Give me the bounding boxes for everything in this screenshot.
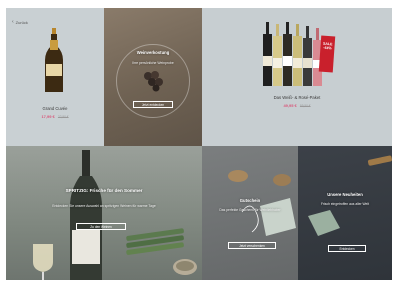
champagne-bottle-icon <box>45 28 63 92</box>
gift-cta-button[interactable]: Jetzt verschenken <box>228 242 276 249</box>
news-title: Unsere Neuheiten <box>327 192 363 197</box>
promo-grid: ‹ Zurück Grand Cuvée 17,99 € 22,90 € Wei… <box>6 8 392 280</box>
wine-bottle-icon <box>70 150 102 280</box>
news-background-icon <box>308 155 392 236</box>
price: 49,95 € <box>283 103 297 108</box>
product-name: Grand Cuvée <box>42 106 68 111</box>
promo-tile-gift[interactable]: Gutschein Das perfekte Geschenk für Wein… <box>202 146 298 280</box>
product-tile-champagne[interactable]: ‹ Zurück Grand Cuvée 17,99 € 22,90 € <box>6 8 104 146</box>
sale-badge: SALE -44% <box>318 35 336 73</box>
promo-tile-news[interactable]: Unsere Neuheiten Frisch eingetroffen aus… <box>298 146 392 280</box>
price-row: 49,95 € 89,50 € <box>202 103 392 108</box>
news-subtitle: Frisch eingetroffen aus aller Welt <box>320 202 370 206</box>
old-price: 89,50 € <box>299 104 311 108</box>
price: 17,99 € <box>41 114 55 119</box>
sparkling-title: SPRITZIG: Frische für den Sommer <box>65 188 143 193</box>
back-link-label: Zurück <box>15 20 28 25</box>
price-row: 17,99 € 22,90 € <box>6 114 104 119</box>
news-cta-button[interactable]: Entdecken <box>328 245 366 252</box>
sparkling-subtitle: Entdecken Sie unsere Auswahl an spritzig… <box>52 204 156 208</box>
gift-title: Gutschein <box>239 198 261 203</box>
bowl-icon <box>173 259 197 275</box>
wine-glass-icon <box>33 244 53 280</box>
gift-background-icon <box>228 170 296 236</box>
promo-tile-sparkling[interactable]: SPRITZIG: Frische für den Sommer Entdeck… <box>6 146 202 280</box>
old-price: 22,90 € <box>57 115 69 119</box>
sparkling-cta-button[interactable]: Zu den Weinen <box>76 223 126 230</box>
gift-subtitle: Das perfekte Geschenk für Weinliebhaber <box>219 208 281 212</box>
tasting-cta-button[interactable]: Jetzt entdecken <box>133 101 173 108</box>
chevron-left-icon: ‹ <box>12 19 14 25</box>
back-link[interactable]: ‹ Zurück <box>12 19 28 26</box>
tasting-subtitle: Ihre persönliche Weinprobe <box>132 61 174 65</box>
promo-tile-tasting[interactable]: Weinverkostung Ihre persönliche Weinprob… <box>104 8 202 146</box>
tasting-title: Weinverkostung <box>136 50 170 55</box>
product-tile-bundle[interactable]: SALE -44% Das Weiß- & Rosé-Paket 49,95 €… <box>202 8 392 146</box>
product-name: Das Weiß- & Rosé-Paket <box>273 95 321 100</box>
asparagus-icon <box>126 228 184 255</box>
